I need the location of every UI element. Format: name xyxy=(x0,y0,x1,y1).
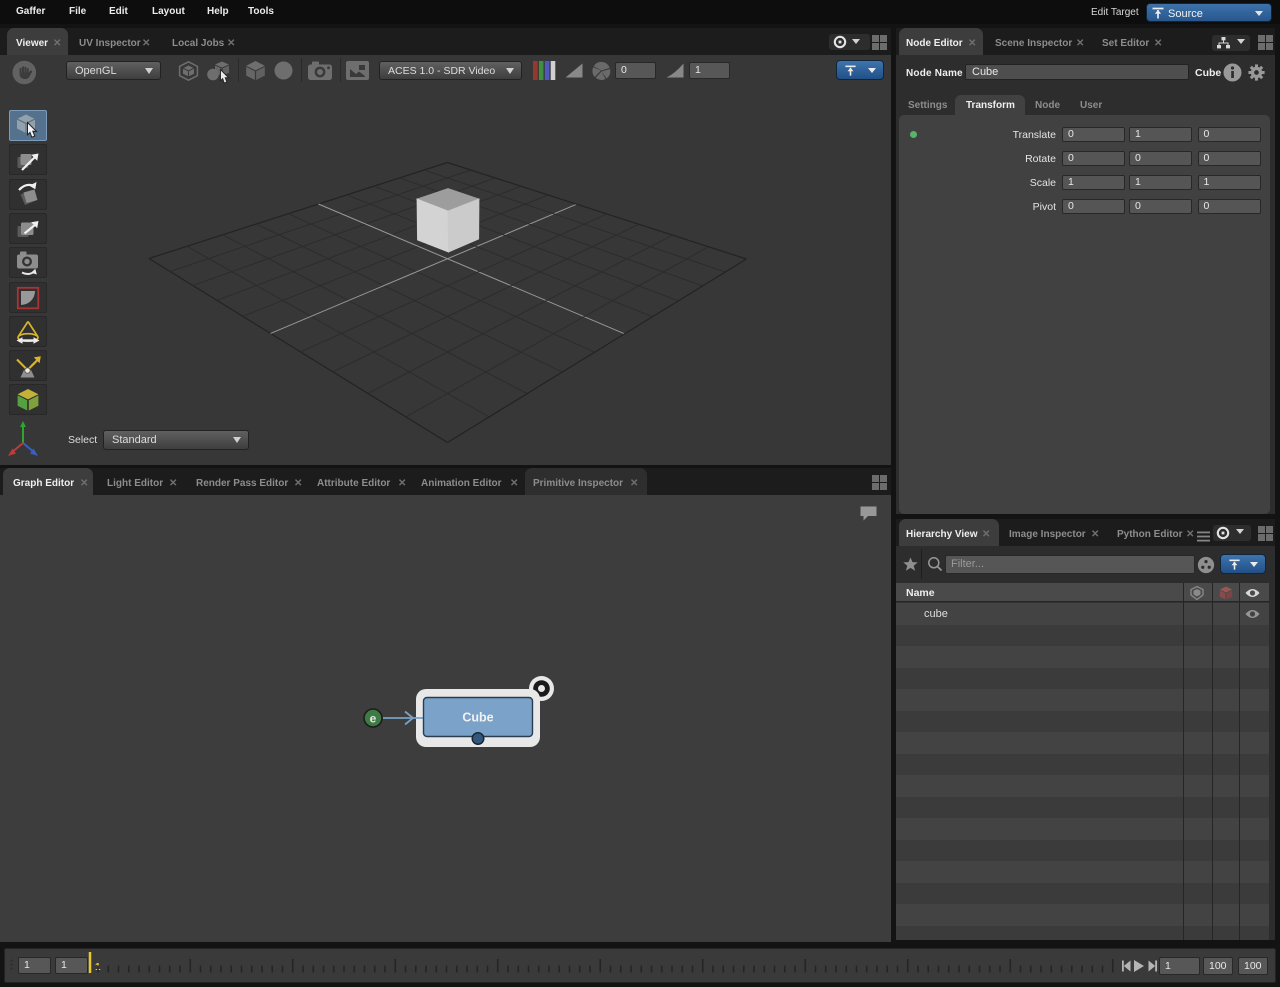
svg-text:e: e xyxy=(370,712,377,726)
svg-text:Cube: Cube xyxy=(462,711,493,725)
